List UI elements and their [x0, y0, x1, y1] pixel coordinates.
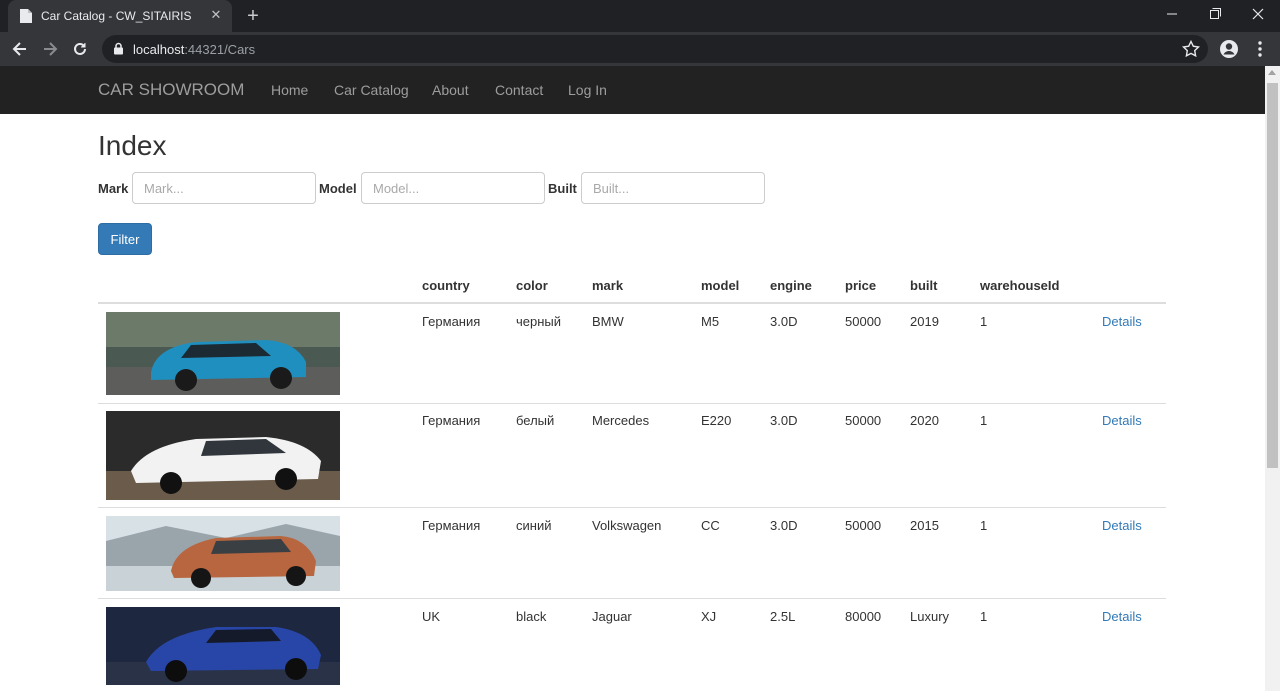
nav-home[interactable]: Home: [271, 82, 308, 98]
scrollbar-thumb[interactable]: [1267, 83, 1278, 468]
row-2-engine: 3.0D: [770, 413, 798, 428]
lock-icon: [113, 42, 124, 60]
row-2-country: Германия: [422, 413, 481, 428]
model-label: Model: [319, 181, 357, 196]
column-header-price: price: [845, 278, 877, 293]
site-navbar: CAR SHOWROOM Home Car Catalog About Cont…: [0, 66, 1265, 114]
row-3-country: Германия: [422, 518, 481, 533]
row-2-color: белый: [516, 413, 555, 428]
minimize-icon[interactable]: [1152, 0, 1192, 28]
row-4-model: XJ: [701, 609, 717, 624]
row-2-mark: Mercedes: [592, 413, 650, 428]
row-1-built: 2019: [910, 314, 939, 329]
back-arrow-icon[interactable]: [10, 39, 30, 59]
row-4-price: 80000: [845, 609, 882, 624]
row-divider: [98, 598, 1166, 599]
page-viewport: CAR SHOWROOM Home Car Catalog About Cont…: [0, 66, 1265, 691]
row-3-color: синий: [516, 518, 552, 533]
column-header-warehouseid: warehouseId: [980, 278, 1060, 293]
row-3-built: 2015: [910, 518, 939, 533]
row-2-warehouseid: 1: [980, 413, 988, 428]
row-3-model: CC: [701, 518, 720, 533]
url-text: localhost:44321/Cars: [133, 42, 255, 57]
row-3-details-link[interactable]: Details: [1102, 518, 1142, 533]
close-window-icon[interactable]: [1238, 0, 1278, 28]
row-1-engine: 3.0D: [770, 314, 798, 329]
nav-car-catalog[interactable]: Car Catalog: [334, 82, 409, 98]
row-2-model: E220: [701, 413, 732, 428]
row-4-built: Luxury: [910, 609, 950, 624]
browser-toolbar: localhost:44321/Cars: [0, 32, 1280, 66]
forward-arrow-icon[interactable]: [40, 39, 60, 59]
row-divider: [98, 507, 1166, 508]
restore-icon[interactable]: [1195, 0, 1235, 28]
row-4-mark: Jaguar: [592, 609, 632, 624]
row-1-model: M5: [701, 314, 720, 329]
car-image: [106, 312, 340, 395]
nav-contact[interactable]: Contact: [495, 82, 543, 98]
browser-tab-strip: Car Catalog - CW_SITAIRIS ✕ +: [0, 0, 1280, 32]
browser-tab[interactable]: Car Catalog - CW_SITAIRIS ✕: [8, 0, 232, 32]
address-bar[interactable]: localhost:44321/Cars: [102, 35, 1208, 63]
row-divider: [98, 403, 1166, 404]
car-image: [106, 516, 340, 591]
tab-title: Car Catalog - CW_SITAIRIS: [41, 9, 192, 23]
table-header-divider: [98, 302, 1166, 304]
nav-about[interactable]: About: [432, 82, 469, 98]
page-icon: [19, 8, 33, 24]
row-4-engine: 2.5L: [770, 609, 796, 624]
car-image: [106, 411, 340, 500]
row-1-price: 50000: [845, 314, 882, 329]
nav-login[interactable]: Log In: [568, 82, 607, 98]
row-2-built: 2020: [910, 413, 939, 428]
row-3-engine: 3.0D: [770, 518, 798, 533]
row-2-details-link[interactable]: Details: [1102, 413, 1142, 428]
row-3-mark: Volkswagen: [592, 518, 662, 533]
page-scrollbar[interactable]: [1265, 66, 1280, 691]
row-4-details-link[interactable]: Details: [1102, 609, 1142, 624]
column-header-country: country: [422, 278, 470, 293]
built-label: Built: [548, 181, 577, 196]
column-header-engine: engine: [770, 278, 812, 293]
column-header-built: built: [910, 278, 938, 293]
mark-label: Mark: [98, 181, 129, 196]
row-1-color: черный: [516, 314, 562, 329]
model-input[interactable]: [361, 172, 545, 204]
row-1-warehouseid: 1: [980, 314, 988, 329]
column-header-model: model: [701, 278, 740, 293]
row-4-color: black: [516, 609, 547, 624]
profile-icon[interactable]: [1219, 39, 1239, 59]
browser-menu-icon[interactable]: [1252, 40, 1268, 58]
mark-input[interactable]: [132, 172, 316, 204]
row-2-price: 50000: [845, 413, 882, 428]
column-header-color: color: [516, 278, 548, 293]
scroll-up-arrow-icon[interactable]: [1268, 70, 1276, 75]
page-title: Index: [98, 130, 167, 161]
built-input[interactable]: [581, 172, 765, 204]
bookmark-star-icon[interactable]: [1180, 38, 1202, 65]
filter-button[interactable]: Filter: [98, 223, 152, 255]
url-path: :44321/Cars: [184, 42, 256, 57]
close-tab-icon[interactable]: ✕: [208, 7, 224, 23]
reload-icon[interactable]: [70, 39, 90, 59]
brand-logo[interactable]: CAR SHOWROOM: [98, 80, 244, 100]
row-1-details-link[interactable]: Details: [1102, 314, 1142, 329]
row-4-warehouseid: 1: [980, 609, 988, 624]
row-3-warehouseid: 1: [980, 518, 988, 533]
row-1-mark: BMW: [592, 314, 624, 329]
column-header-mark: mark: [592, 278, 624, 293]
row-3-price: 50000: [845, 518, 882, 533]
url-host: localhost: [133, 42, 185, 57]
car-image: [106, 607, 340, 685]
new-tab-button[interactable]: +: [242, 6, 264, 28]
row-1-country: Германия: [422, 314, 481, 329]
row-4-country: UK: [422, 609, 441, 624]
